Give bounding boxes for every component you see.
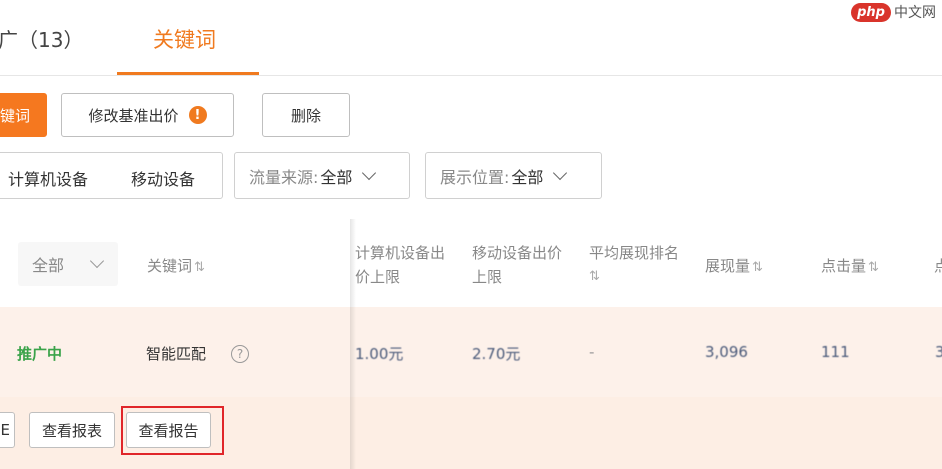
warning-icon: ! [188, 106, 207, 124]
delete-button[interactable]: 删除 [262, 93, 350, 137]
cell-impressions: 3,096 [705, 343, 748, 361]
tab-keywords[interactable]: 关键词 [153, 24, 216, 54]
sort-icon: ⇅ [194, 260, 205, 275]
cell-cut: 3 [935, 343, 942, 361]
header-avg-rank[interactable]: 平均展现排名 ⇅ [589, 241, 679, 289]
header-pc-bid[interactable]: 计算机设备出 价上限 [355, 241, 445, 289]
device-option-mobile[interactable]: 移动设备 [131, 166, 195, 190]
help-icon[interactable]: ? [231, 345, 249, 363]
chevron-down-icon [553, 165, 568, 180]
header-pc-bid-line1: 计算机设备出 [355, 244, 446, 262]
device-filter-group: 计算机设备 移动设备 [0, 152, 223, 199]
header-avg-rank-label: 平均展现排名 [589, 244, 680, 262]
cell-pc-bid[interactable]: 1.00元 [355, 343, 403, 364]
traffic-source-dropdown[interactable]: 流量来源: 全部 [234, 152, 410, 199]
table-header [0, 219, 942, 307]
add-keyword-label: 键词 [0, 106, 30, 125]
chevron-down-icon [362, 165, 377, 180]
chevron-down-icon [89, 253, 105, 269]
header-clicks-label: 点击量 [821, 257, 867, 275]
watermark-text: 中文网 [894, 5, 936, 21]
watermark: php 中文网 [851, 0, 936, 24]
php-logo-icon: php [851, 2, 891, 22]
tabs-divider [0, 75, 942, 76]
display-position-label: 展示位置: [440, 167, 510, 187]
view-table-button[interactable]: 查看报表 [29, 412, 115, 448]
header-mobile-bid-line2: 上限 [472, 268, 503, 286]
highlight-box [121, 406, 224, 455]
header-pc-bid-line2: 价上限 [355, 268, 401, 286]
status-filter-select[interactable]: 全部 [18, 242, 118, 286]
tab-promotion[interactable]: 广（13） [0, 24, 83, 53]
header-mobile-bid-line1: 移动设备出价 [472, 244, 563, 262]
cell-clicks: 111 [821, 343, 850, 361]
delete-label: 删除 [290, 106, 321, 125]
modify-base-bid-button[interactable]: 修改基准出价 ! [61, 93, 234, 137]
header-clicks[interactable]: 点击量 ⇅ [821, 254, 879, 280]
view-table-label: 查看报表 [41, 421, 102, 440]
action-partial-label: E [0, 421, 10, 439]
status-filter-value: 全部 [32, 256, 65, 275]
header-cut: 点 [934, 257, 942, 275]
sort-icon: ⇅ [752, 260, 763, 275]
sort-icon: ⇅ [868, 260, 879, 275]
header-keyword[interactable]: 关键词 ⇅ [147, 254, 205, 280]
sort-icon: ⇅ [589, 269, 600, 284]
match-type: 智能匹配 [146, 345, 207, 363]
header-mobile-bid[interactable]: 移动设备出价 上限 [472, 241, 562, 289]
cell-mobile-bid[interactable]: 2.70元 [472, 343, 520, 364]
traffic-source-label: 流量来源: [249, 167, 319, 187]
device-option-pc[interactable]: 计算机设备 [8, 166, 88, 190]
cell-avg-rank: - [589, 343, 595, 361]
header-impressions-label: 展现量 [705, 257, 751, 275]
modify-base-bid-label: 修改基准出价 [88, 106, 179, 125]
traffic-source-value: 全部 [320, 167, 353, 187]
display-position-value: 全部 [511, 167, 544, 187]
display-position-dropdown[interactable]: 展示位置: 全部 [425, 152, 602, 199]
header-impressions[interactable]: 展现量 ⇅ [705, 254, 763, 280]
status-badge: 推广中 [17, 345, 63, 363]
action-button-partial[interactable]: E [0, 412, 15, 448]
add-keyword-button[interactable]: 键词 [0, 93, 47, 137]
table-row [0, 307, 942, 397]
header-keyword-label: 关键词 [147, 257, 193, 275]
